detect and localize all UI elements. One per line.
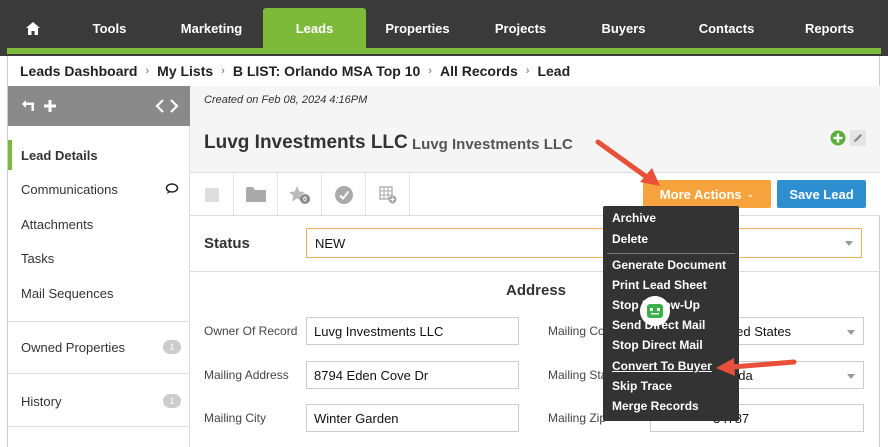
lead-title: Luvg Investments LLC [204,132,408,153]
save-lead-button[interactable]: Save Lead [777,180,866,208]
star-icon: 0 [288,185,310,204]
breadcrumb-list[interactable]: B LIST: Orlando MSA Top 10 [233,63,420,79]
created-timestamp: Created on Feb 08, 2024 4:16PM [204,94,368,106]
add-circle-icon[interactable] [830,130,846,146]
owner-of-record-label: Owner Of Record [204,324,298,338]
menu-item-skip-trace[interactable]: Skip Trace [612,379,672,393]
folder-button[interactable] [234,173,278,216]
nav-properties[interactable]: Properties [366,8,469,48]
chevron-right-icon: › [145,65,150,77]
count-badge: 1 [163,394,181,408]
sidebar-item-owned-properties[interactable]: Owned Properties 1 [8,332,191,362]
sidebar-item-label: Communications [21,181,118,197]
mailing-state-label: Mailing Stat [548,368,611,382]
nav-tools[interactable]: Tools [59,8,160,48]
menu-item-merge-records[interactable]: Merge Records [612,399,699,413]
menu-item-convert-to-buyer[interactable]: Convert To Buyer [612,359,712,373]
breadcrumb-lead: Lead [537,63,571,79]
sidebar: Lead Details Communications Attachments … [7,86,191,447]
sidebar-item-label: Lead Details [21,147,98,163]
edit-pencil-icon[interactable] [850,130,866,146]
caret-down-icon [847,374,855,379]
status-select[interactable]: NEW [306,228,862,258]
sidebar-divider [8,373,191,374]
nav-home[interactable] [7,8,59,48]
main-content: Created on Feb 08, 2024 4:16PM Luvg Inve… [190,86,880,447]
status-value: NEW [315,235,346,251]
complete-button[interactable] [322,173,366,216]
sidebar-item-communications[interactable]: Communications [8,174,191,204]
owner-of-record-input[interactable]: Luvg Investments LLC [306,317,519,345]
breadcrumb-all-records[interactable]: All Records [440,63,518,79]
nav-reports[interactable]: Reports [778,8,881,48]
mailing-city-label: Mailing City [204,411,267,425]
sidebar-item-label: Owned Properties [21,339,126,355]
menu-item-delete[interactable]: Delete [612,232,648,246]
top-navigation: Tools Marketing Leads Properties Project… [0,0,888,56]
chevron-down-icon: ⌄ [746,188,755,199]
sidebar-item-label: History [21,393,62,409]
grid-add-button[interactable] [366,173,410,216]
lead-subtitle: Luvg Investments LLC [412,136,573,153]
sidebar-item-label: Attachments [21,216,94,232]
menu-item-generate-document[interactable]: Generate Document [612,258,726,272]
sidebar-item-history[interactable]: History 1 [8,386,191,416]
mailing-city-input[interactable]: Winter Garden [306,404,519,432]
caret-down-icon [845,241,853,246]
folder-icon [245,187,266,202]
more-actions-button[interactable]: More Actions ⌄ [643,180,771,208]
mailing-address-input[interactable]: 8794 Eden Cove Dr [306,361,519,389]
lead-header: Created on Feb 08, 2024 4:16PM Luvg Inve… [190,86,880,172]
sidebar-item-label: Tasks [21,250,55,266]
home-icon [26,21,40,35]
assistant-badge[interactable] [640,296,670,326]
count-badge: 1 [163,340,181,354]
select-checkbox[interactable] [190,173,234,216]
back-add-icon[interactable] [20,98,60,114]
breadcrumb: Leads Dashboard › My Lists › B LIST: Orl… [7,56,880,86]
nav-accent-bar [7,48,881,54]
sidebar-toolbar [8,86,191,126]
sidebar-item-label: Mail Sequences [21,285,114,301]
star-count: 0 [303,196,307,203]
more-actions-label: More Actions [659,186,742,202]
address-title: Address [506,282,567,299]
check-circle-icon [334,185,353,204]
caret-down-icon [847,330,855,335]
status-label: Status [204,235,250,252]
nav-buyers[interactable]: Buyers [572,8,675,48]
nav-leads[interactable]: Leads [263,8,366,48]
more-actions-menu: Archive Delete Generate Document Print L… [603,206,739,421]
speech-bubble-icon [165,183,179,194]
mailing-country-label: Mailing Cou [548,324,612,338]
sidebar-divider [8,426,191,427]
breadcrumb-my-lists[interactable]: My Lists [157,63,213,79]
sidebar-divider [8,321,191,322]
nav-marketing[interactable]: Marketing [160,8,263,48]
menu-item-archive[interactable]: Archive [612,211,656,225]
sidebar-item-attachments[interactable]: Attachments [8,209,191,239]
nav-projects[interactable]: Projects [469,8,572,48]
menu-item-stop-direct-mail[interactable]: Stop Direct Mail [612,338,703,352]
menu-divider [607,253,735,254]
breadcrumb-leads-dashboard[interactable]: Leads Dashboard [20,63,137,79]
square-icon [204,187,219,202]
nav-contacts[interactable]: Contacts [675,8,778,48]
sidebar-item-mail-sequences[interactable]: Mail Sequences [8,278,191,308]
chevron-right-icon: › [428,65,432,77]
mailing-address-label: Mailing Address [204,368,289,382]
grid-add-icon [378,185,396,203]
mailing-zip-label: Mailing Zip [548,411,607,425]
star-rating-button[interactable]: 0 [278,173,322,216]
chevron-right-icon: › [221,65,225,77]
sidebar-item-lead-details[interactable]: Lead Details [8,140,191,170]
code-toggle-icon[interactable] [155,98,179,114]
sidebar-item-tasks[interactable]: Tasks [8,243,191,273]
menu-item-print-lead-sheet[interactable]: Print Lead Sheet [612,278,707,292]
chevron-right-icon: › [525,65,530,77]
robot-icon [647,304,663,318]
